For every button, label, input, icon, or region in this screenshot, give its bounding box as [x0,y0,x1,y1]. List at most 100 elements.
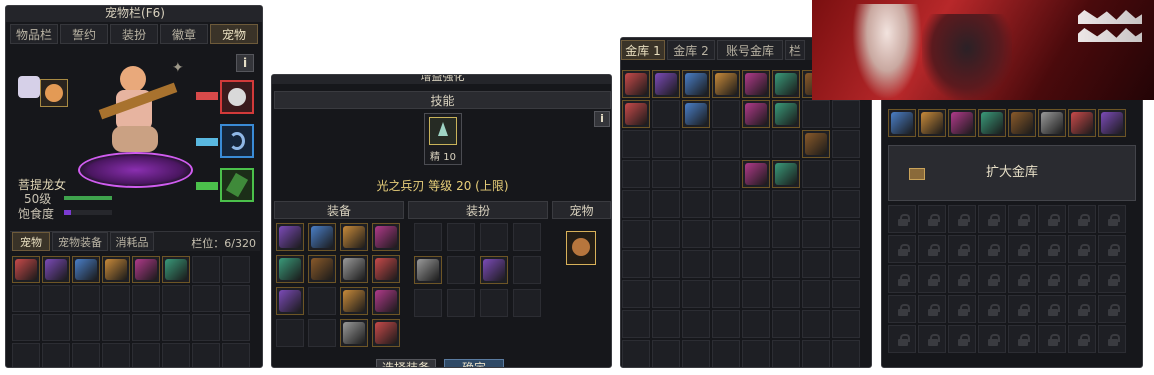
equipment-slot[interactable] [340,223,368,251]
locked-vault-slot[interactable] [1038,205,1066,233]
locked-vault-slot[interactable] [1068,325,1096,353]
vault-slot[interactable] [622,310,650,338]
vault-slot[interactable] [622,190,650,218]
equipment-slot[interactable] [372,287,400,315]
locked-vault-slot[interactable] [978,265,1006,293]
pet-inventory-slot[interactable] [132,343,160,367]
account-vault-slot[interactable] [1068,109,1096,137]
vault-slot[interactable] [622,250,650,278]
pet-inventory-slot[interactable] [192,285,220,312]
skill-icon-box[interactable]: 精 10 [424,113,462,165]
locked-vault-slot[interactable] [1098,295,1126,323]
vault-slot[interactable] [682,190,710,218]
pet-subtab-0[interactable]: 宠物 [12,232,50,251]
vault-tab-3[interactable]: 栏 [785,40,805,60]
vault-slot[interactable] [802,220,830,248]
pet-inventory-slot[interactable] [222,343,250,367]
equipment-slot[interactable] [276,223,304,251]
equipment-slot[interactable] [340,319,368,347]
locked-vault-slot[interactable] [918,265,946,293]
locked-vault-slot[interactable] [888,205,916,233]
locked-vault-slot[interactable] [1008,295,1036,323]
vault-slot[interactable] [652,340,680,367]
expand-vault-button[interactable]: 扩大金库 [889,146,1135,200]
locked-vault-slot[interactable] [978,205,1006,233]
vault-tab-0[interactable]: 金库 1 [621,40,665,60]
vault-slot[interactable] [802,250,830,278]
vault-slot[interactable] [772,160,800,188]
vault-slot[interactable] [742,100,770,128]
pet-inventory-slot[interactable] [162,314,190,341]
equipment-slot[interactable] [308,287,336,315]
vault-slot[interactable] [772,190,800,218]
vault-slot[interactable] [682,280,710,308]
account-vault-slot[interactable] [948,109,976,137]
vault-slot[interactable] [622,220,650,248]
pet-inventory-slot[interactable] [42,343,70,367]
equipment-slot[interactable] [276,255,304,283]
pet-equip-slot-2[interactable] [220,124,254,158]
account-vault-slot[interactable] [978,109,1006,137]
locked-vault-slot[interactable] [948,205,976,233]
locked-vault-slot[interactable] [1008,205,1036,233]
tab-1[interactable]: 誓约 [60,24,108,44]
vault-slot[interactable] [682,310,710,338]
avatar-slot[interactable] [480,223,508,251]
pet-inventory-slot[interactable] [162,285,190,312]
tab-3[interactable]: 徽章 [160,24,208,44]
avatar-slot[interactable] [447,289,475,317]
equipment-slot[interactable] [372,255,400,283]
pet-inventory-slot[interactable] [132,256,160,283]
pet-inventory-slot[interactable] [222,314,250,341]
vault-slot[interactable] [682,70,710,98]
vault-slot[interactable] [622,160,650,188]
vault-slot[interactable] [772,130,800,158]
avatar-slot[interactable] [480,289,508,317]
account-vault-slot[interactable] [888,109,916,137]
vault-slot[interactable] [802,130,830,158]
pet-inventory-slot[interactable] [72,343,100,367]
vault-tab-1[interactable]: 金库 2 [667,40,715,60]
pet-inventory-slot[interactable] [162,343,190,367]
vault-slot[interactable] [832,130,860,158]
pet-inventory-slot[interactable] [12,343,40,367]
vault-slot[interactable] [712,190,740,218]
vault-slot[interactable] [712,250,740,278]
locked-vault-slot[interactable] [918,325,946,353]
pet-inventory-slot[interactable] [192,256,220,283]
pet-inventory-slot[interactable] [12,314,40,341]
vault-slot[interactable] [742,130,770,158]
vault-slot[interactable] [772,340,800,367]
vault-slot[interactable] [832,340,860,367]
locked-vault-slot[interactable] [888,295,916,323]
avatar-slot[interactable] [513,223,541,251]
vault-slot[interactable] [652,70,680,98]
vault-slot[interactable] [772,220,800,248]
confirm-button[interactable]: 确定 [444,359,504,367]
vault-slot[interactable] [682,250,710,278]
vault-slot[interactable] [802,340,830,367]
locked-vault-slot[interactable] [978,325,1006,353]
equipment-slot[interactable] [340,255,368,283]
equipment-slot[interactable] [372,223,400,251]
vault-slot[interactable] [832,100,860,128]
vault-slot[interactable] [742,220,770,248]
vault-slot[interactable] [742,250,770,278]
vault-slot[interactable] [622,280,650,308]
account-vault-slot[interactable] [1038,109,1066,137]
vault-slot[interactable] [682,340,710,367]
avatar-slot[interactable] [480,256,508,284]
equipment-slot[interactable] [276,319,304,347]
pet-subtab-1[interactable]: 宠物装备 [52,232,108,251]
equipment-slot[interactable] [308,319,336,347]
vault-slot[interactable] [742,70,770,98]
vault-slot[interactable] [772,280,800,308]
tab-2[interactable]: 装扮 [110,24,158,44]
vault-slot[interactable] [832,190,860,218]
pet-inventory-slot[interactable] [42,256,70,283]
pet-inventory-slot[interactable] [102,256,130,283]
vault-slot[interactable] [712,160,740,188]
game-promo-banner[interactable] [812,0,1154,100]
locked-vault-slot[interactable] [918,205,946,233]
locked-vault-slot[interactable] [1038,295,1066,323]
